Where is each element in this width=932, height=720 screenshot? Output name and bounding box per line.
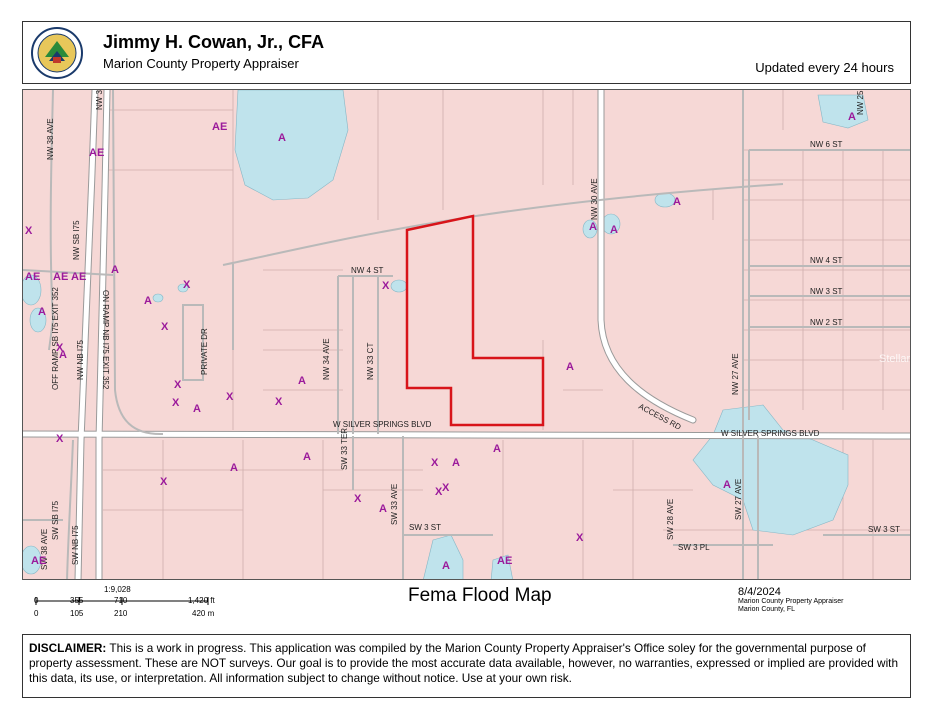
flood-zone-label: A: [723, 479, 731, 491]
flood-zone-label: X: [174, 379, 182, 391]
flood-zone-label: X: [442, 482, 450, 494]
flood-zone-label: AE: [31, 555, 46, 567]
flood-zone-label: X: [161, 321, 169, 333]
flood-zone-label: A: [610, 224, 618, 236]
road-label: NW 25 AVE: [856, 90, 865, 115]
watermark: Stellar MLS: [879, 353, 911, 365]
map-date-block: 8/4/2024 Marion County Property Appraise…: [738, 586, 843, 614]
scale-bar-graphic: [35, 597, 209, 605]
flood-zone-label: A: [111, 264, 119, 276]
appraiser-seal-logo: [31, 27, 83, 79]
road-label: NW 4 ST: [351, 266, 384, 275]
road-label: NW 2 ST: [810, 318, 843, 327]
flood-zone-label: A: [848, 111, 856, 123]
scale-m-1: 105: [70, 609, 84, 618]
road-label: NW 33 CT: [366, 343, 375, 380]
flood-zone-label: A: [493, 443, 501, 455]
flood-zone-label: X: [576, 532, 584, 544]
flood-zone-label: AE: [89, 147, 104, 159]
appraiser-office: Marion County Property Appraiser: [103, 56, 299, 71]
map-date: 8/4/2024: [738, 586, 781, 598]
scale-ft-1: 355: [70, 596, 84, 605]
flood-zone-label: A: [144, 295, 152, 307]
scale-ft-3: 1,420 ft: [188, 596, 215, 605]
flood-zone-label: AE: [53, 271, 68, 283]
flood-zone-label: X: [183, 279, 191, 291]
scale-m-3: 420 m: [192, 609, 215, 618]
flood-zone-label: AE: [71, 271, 86, 283]
flood-zone-label: AE: [212, 121, 227, 133]
scale-ft-0: 0: [34, 596, 39, 605]
flood-zone-label: A: [566, 361, 574, 373]
scale-ft-2: 710: [114, 596, 128, 605]
flood-zone-label: X: [275, 396, 283, 408]
flood-zone-label: A: [278, 132, 286, 144]
flood-zone-label: X: [431, 457, 439, 469]
road-label: NW 6 ST: [810, 140, 843, 149]
disclaimer-label: DISCLAIMER:: [29, 641, 107, 655]
road-label: NW 27 AVE: [731, 353, 740, 395]
road-label: SW SB I75: [51, 500, 60, 540]
road-label: OFF RAMP SB I75 EXIT 352: [51, 287, 60, 390]
flood-zone-label: A: [193, 403, 201, 415]
map-credit-line2: Marion County, FL: [738, 606, 796, 613]
flood-zone-label: A: [303, 451, 311, 463]
flood-zone-label: AE: [25, 271, 40, 283]
flood-zone-label: X: [382, 280, 390, 292]
map-title: Fema Flood Map: [408, 585, 552, 606]
flood-map[interactable]: NW 38 AVE NW 37 AVE NW SB I75 ON RAMP NB I7…: [22, 89, 911, 580]
flood-zone-label: A: [230, 462, 238, 474]
flood-zone-label: X: [354, 493, 362, 505]
road-label: NW 30 AVE: [590, 178, 599, 220]
flood-zone-label: A: [38, 306, 46, 318]
flood-zone-label: A: [452, 457, 460, 469]
road-label: SW 27 AVE: [734, 479, 743, 520]
map-credit-line1: Marion County Property Appraiser: [738, 598, 844, 605]
road-label: W SILVER SPRINGS BLVD: [721, 429, 820, 438]
road-label: NW 4 ST: [810, 256, 843, 265]
flood-zone-label: A: [589, 221, 597, 233]
flood-zone-label: X: [172, 397, 180, 409]
flood-zone-label: A: [298, 375, 306, 387]
flood-zone-label: X: [25, 225, 33, 237]
road-label: SW 33 TER: [340, 428, 349, 470]
flood-zone-label: X: [56, 342, 64, 354]
road-label: PRIVATE DR: [200, 328, 209, 375]
scale-m-2: 210: [114, 609, 128, 618]
flood-zone-label: A: [379, 503, 387, 515]
update-frequency: Updated every 24 hours: [755, 60, 894, 75]
appraiser-name: Jimmy H. Cowan, Jr., CFA: [103, 32, 325, 52]
road-label: SW 28 AVE: [666, 499, 675, 540]
flood-zone-label: X: [160, 476, 168, 488]
road-label: SW 33 AVE: [390, 484, 399, 525]
road-label: NW 37 AVE: [95, 90, 104, 110]
road-label: SW NB I75: [71, 525, 80, 565]
header-panel: Jimmy H. Cowan, Jr., CFA Marion County P…: [22, 21, 911, 84]
road-label: NW 3 ST: [810, 287, 843, 296]
flood-zone-label: X: [56, 433, 64, 445]
road-label: NW NB I75: [76, 339, 85, 380]
road-label: SW 3 ST: [409, 523, 441, 532]
scale-m-0: 0: [34, 609, 39, 618]
road-label: ON RAMP NB I75 EXIT 352: [101, 290, 110, 390]
flood-zone-label: AE: [497, 555, 512, 567]
flood-zone-label: A: [442, 560, 450, 572]
road-label: NW 34 AVE: [322, 338, 331, 380]
disclaimer-text: This is a work in progress. This applica…: [29, 641, 899, 685]
road-label: SW 3 ST: [868, 525, 900, 534]
map-canvas[interactable]: NW 38 AVE NW 37 AVE NW SB I75 ON RAMP NB I7…: [23, 90, 911, 580]
road-label: NW SB I75: [72, 220, 81, 260]
disclaimer-panel: DISCLAIMER: This is a work in progress. …: [22, 634, 911, 698]
scale-bar: 1:9,028 0 355 710 1,420 ft 0 105 210 420…: [22, 584, 252, 629]
road-label: W SILVER SPRINGS BLVD: [333, 420, 432, 429]
road-label: SW 3 PL: [678, 543, 710, 552]
flood-zone-label: A: [673, 196, 681, 208]
flood-zone-label: X: [226, 391, 234, 403]
road-label: NW 38 AVE: [46, 118, 55, 160]
